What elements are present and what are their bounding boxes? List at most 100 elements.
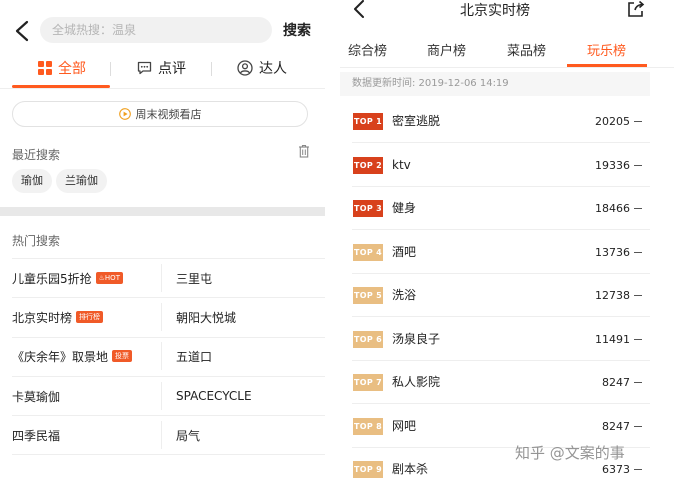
divider — [12, 297, 325, 298]
play-icon — [118, 108, 131, 120]
update-time: 数据更新时间: 2019-12-06 14:19 — [340, 72, 650, 96]
ranking-row[interactable]: TOP 3 健身 18466 — [340, 200, 674, 243]
rank-value: 13736 — [595, 245, 630, 259]
ranking-row[interactable]: TOP 6 汤泉良子 11491 — [340, 330, 674, 374]
trend-flat-icon — [634, 382, 642, 383]
column-divider — [161, 421, 162, 449]
hot-search-label: 五道口 — [176, 349, 213, 364]
hot-search-item[interactable]: 卡莫瑜伽 — [12, 386, 60, 406]
tab-reviews-label: 点评 — [158, 61, 186, 77]
hot-search-label: 四季民福 — [12, 428, 61, 443]
rank-badge: TOP 6 — [353, 330, 383, 348]
ranking-row[interactable]: TOP 1 密室逃脱 20205 — [340, 113, 674, 156]
tab-all[interactable]: 全部 — [38, 58, 86, 78]
tab-experts-label: 达人 — [259, 61, 287, 77]
hot-search-label: SPACECYCLE — [176, 389, 252, 403]
rank-value: 11491 — [595, 332, 630, 346]
hot-search-item[interactable]: 儿童乐园5折抢 ♨HOT — [12, 268, 123, 288]
rank-name: ktv — [392, 157, 411, 172]
vote-badge: 投票 — [112, 350, 133, 362]
divider — [12, 415, 325, 416]
divider — [352, 185, 650, 187]
rank-name: 剧本杀 — [392, 462, 429, 476]
ranking-row[interactable]: TOP 9 剧本杀 6373 — [340, 461, 674, 483]
rank-name: 密室逃脱 — [392, 114, 441, 128]
rank-badge: TOP 4 — [353, 243, 383, 261]
column-divider — [161, 264, 162, 292]
back-arrow-icon[interactable] — [352, 0, 366, 18]
rank-name: 洗浴 — [392, 288, 417, 302]
search-panel: 全城热搜：温泉 搜索 全部 点评 达人 周末视频看店 最近搜索 瑜伽 兰瑜伽 热… — [0, 0, 325, 483]
recent-search-title: 最近搜索 — [12, 148, 61, 162]
divider — [0, 88, 325, 89]
rank-value: 8247 — [602, 419, 630, 433]
tab-entertainment[interactable]: 玩乐榜 — [587, 40, 626, 59]
hot-search-item[interactable]: 《庆余年》取景地 投票 — [12, 346, 133, 366]
column-divider — [161, 382, 162, 410]
rank-value: 8247 — [602, 376, 630, 389]
hot-search-item[interactable]: 朝阳大悦城 — [176, 307, 236, 327]
tab-overall[interactable]: 综合榜 — [348, 40, 387, 59]
divider — [340, 67, 674, 68]
hot-search-item[interactable]: SPACECYCLE — [176, 386, 252, 406]
search-tabs: 全部 点评 达人 — [0, 54, 325, 90]
hot-search-label: 《庆余年》取景地 — [12, 349, 109, 364]
hot-search-label: 局气 — [176, 428, 201, 443]
hot-search-item[interactable]: 五道口 — [176, 346, 212, 366]
trend-flat-icon — [634, 164, 642, 166]
rank-value: 18466 — [595, 202, 630, 215]
ranking-row[interactable]: TOP 7 私人影院 8247 — [340, 374, 674, 417]
ranking-row[interactable]: TOP 5 洗浴 12738 — [340, 287, 674, 330]
realtime-ranking-panel: 北京实时榜 综合榜 商户榜 菜品榜 玩乐榜 数据更新时间: 2019-12-06… — [340, 0, 674, 483]
tab-divider — [110, 62, 111, 76]
hot-search-item[interactable]: 四季民福 — [12, 425, 60, 445]
divider — [352, 359, 650, 361]
trend-flat-icon — [634, 295, 642, 296]
trash-icon[interactable] — [298, 144, 310, 158]
rank-badge: TOP 8 — [353, 417, 383, 435]
rank-badge: TOP 2 — [353, 156, 383, 174]
hot-search-item[interactable]: 局气 — [176, 425, 200, 445]
hot-search-item[interactable]: 北京实时榜 排行榜 — [12, 307, 104, 327]
rank-name: 酒吧 — [392, 244, 417, 259]
trend-flat-icon — [634, 251, 642, 253]
rank-value: 19336 — [595, 158, 630, 172]
trend-flat-icon — [634, 338, 642, 340]
user-icon — [237, 60, 253, 76]
hot-search-item[interactable]: 三里屯 — [176, 268, 212, 288]
tab-reviews[interactable]: 点评 — [137, 58, 186, 78]
rank-value: 12738 — [595, 289, 630, 302]
hot-search-label: 儿童乐园5折抢 — [12, 271, 92, 286]
share-icon[interactable] — [627, 0, 645, 18]
tab-all-label: 全部 — [58, 61, 86, 77]
tab-dishes[interactable]: 菜品榜 — [507, 40, 546, 59]
rank-name: 私人影院 — [392, 375, 441, 389]
recent-search-chip[interactable]: 兰瑜伽 — [56, 169, 107, 193]
hot-search-label: 三里屯 — [176, 271, 213, 286]
column-divider — [161, 303, 162, 331]
divider — [12, 258, 325, 259]
trend-flat-icon — [634, 425, 642, 427]
search-button[interactable]: 搜索 — [283, 20, 311, 40]
tab-divider — [211, 62, 212, 76]
hot-badge-label: HOT — [104, 274, 120, 282]
rank-badge: TOP 5 — [353, 287, 383, 304]
rank-name: 汤泉良子 — [392, 331, 441, 346]
watermark: 知乎 @文案的事 — [515, 444, 625, 462]
trend-flat-icon — [634, 208, 642, 209]
rank-value: 20205 — [595, 115, 630, 128]
weekend-video-label: 周末视频看店 — [135, 108, 202, 121]
hot-badge: ♨HOT — [95, 272, 123, 284]
tab-experts[interactable]: 达人 — [237, 58, 287, 78]
back-arrow-icon[interactable] — [14, 20, 30, 42]
grid-icon — [38, 61, 52, 75]
rank-value: 6373 — [602, 463, 630, 476]
hot-search-title: 热门搜索 — [12, 234, 61, 248]
ranking-row[interactable]: TOP 2 ktv 19336 — [340, 156, 674, 200]
recent-search-chip[interactable]: 瑜伽 — [12, 169, 52, 193]
divider — [352, 403, 650, 404]
search-input[interactable]: 全城热搜：温泉 — [40, 17, 272, 43]
tab-merchants[interactable]: 商户榜 — [427, 40, 466, 59]
ranking-row[interactable]: TOP 4 酒吧 13736 — [340, 243, 674, 287]
weekend-video-button[interactable]: 周末视频看店 — [12, 101, 308, 127]
